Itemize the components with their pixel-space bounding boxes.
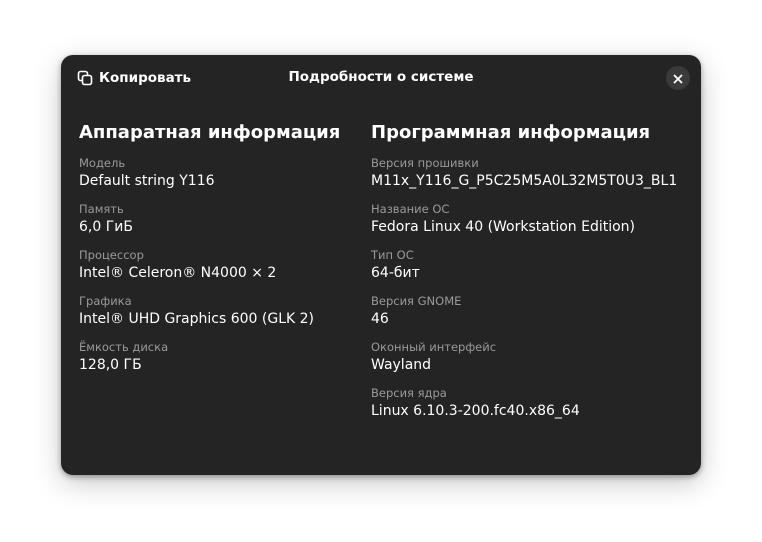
row-value: 6,0 ГиБ — [79, 219, 133, 235]
software-row-kernel-version: Версия ядра Linux 6.10.3-200.fc40.x86_64 — [371, 386, 691, 432]
row-value: Fedora Linux 40 (Workstation Edition) — [371, 219, 636, 235]
copy-button-label: Копировать — [99, 70, 192, 86]
hardware-row-model: Модель Default string Y116 — [79, 156, 359, 202]
row-label: Версия ядра — [371, 386, 447, 400]
row-label: Память — [79, 202, 124, 216]
row-value: Linux 6.10.3-200.fc40.x86_64 — [371, 403, 580, 419]
row-value: 46 — [371, 311, 389, 327]
system-details-dialog: Копировать Подробности о системе Аппарат… — [61, 55, 701, 475]
row-value: Default string Y116 — [79, 173, 215, 189]
row-label: Оконный интерфейс — [371, 340, 497, 354]
row-value: Wayland — [371, 357, 432, 373]
row-label: Версия прошивки — [371, 156, 479, 170]
row-value: Intel® Celeron® N4000 × 2 — [79, 265, 277, 281]
software-row-gnome-version: Версия GNOME 46 — [371, 294, 691, 340]
software-heading: Программная информация — [371, 122, 651, 143]
hardware-info-section: Аппаратная информация Модель Default str… — [79, 120, 359, 386]
close-icon — [673, 69, 683, 88]
hardware-row-memory: Память 6,0 ГиБ — [79, 202, 359, 248]
row-value: Intel® UHD Graphics 600 (GLK 2) — [79, 311, 315, 327]
row-label: Версия GNOME — [371, 294, 462, 308]
copy-icon — [77, 70, 93, 86]
dialog-header: Копировать Подробности о системе — [61, 55, 701, 101]
row-label: Тип ОС — [371, 248, 414, 262]
hardware-row-graphics: Графика Intel® UHD Graphics 600 (GLK 2) — [79, 294, 359, 340]
row-label: Название ОС — [371, 202, 450, 216]
hardware-row-processor: Процессор Intel® Celeron® N4000 × 2 — [79, 248, 359, 294]
software-row-firmware: Версия прошивки M11x_Y116_G_P5C25M5A0L32… — [371, 156, 691, 202]
row-label: Модель — [79, 156, 126, 170]
copy-button[interactable]: Копировать — [69, 62, 199, 94]
software-row-os-type: Тип ОС 64-бит — [371, 248, 691, 294]
hardware-heading: Аппаратная информация — [79, 122, 341, 143]
row-value: 64-бит — [371, 265, 420, 281]
software-row-os-name: Название ОС Fedora Linux 40 (Workstation… — [371, 202, 691, 248]
software-info-section: Программная информация Версия прошивки M… — [371, 120, 691, 432]
software-row-windowing-system: Оконный интерфейс Wayland — [371, 340, 691, 386]
row-label: Ёмкость диска — [79, 340, 169, 354]
row-value: 128,0 ГБ — [79, 357, 142, 373]
row-value: M11x_Y116_G_P5C25M5A0L32M5T0U3_BL1 — [371, 173, 678, 189]
row-label: Графика — [79, 294, 132, 308]
row-label: Процессор — [79, 248, 144, 262]
close-button[interactable] — [666, 66, 690, 90]
hardware-row-disk: Ёмкость диска 128,0 ГБ — [79, 340, 359, 386]
